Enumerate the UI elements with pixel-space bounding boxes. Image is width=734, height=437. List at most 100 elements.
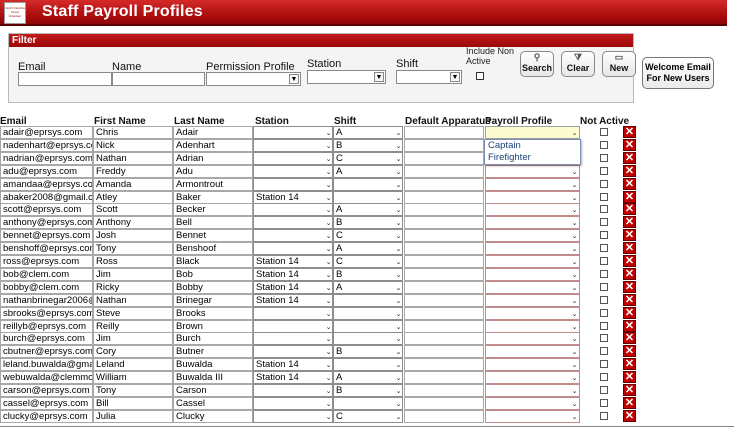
not-active-checkbox[interactable]: [600, 308, 608, 317]
email-cell[interactable]: adair@eprsys.com: [0, 126, 93, 139]
default-apparatus-cell[interactable]: [404, 255, 484, 268]
last-name-cell[interactable]: Cassel: [173, 396, 253, 410]
email-cell[interactable]: scott@eprsys.com: [0, 203, 93, 217]
not-active-checkbox[interactable]: [600, 192, 608, 201]
shift-select[interactable]: A ⌄: [333, 242, 403, 256]
last-name-cell[interactable]: Butner: [173, 345, 253, 359]
shift-select[interactable]: A ⌄: [333, 280, 403, 294]
payroll-option-firefighter[interactable]: Firefighter: [485, 152, 580, 164]
delete-icon[interactable]: ✕: [623, 242, 636, 255]
email-cell[interactable]: amandaa@eprsys.com: [0, 177, 93, 191]
station-select[interactable]: Station 14 ⌄: [253, 267, 333, 281]
station-select[interactable]: ⌄: [253, 164, 333, 178]
not-active-checkbox[interactable]: [600, 128, 608, 136]
first-name-cell[interactable]: Chris: [93, 126, 173, 139]
last-name-cell[interactable]: Clucky: [173, 409, 253, 423]
not-active-checkbox[interactable]: [600, 321, 608, 330]
not-active-checkbox[interactable]: [600, 140, 608, 149]
first-name-cell[interactable]: Leland: [93, 358, 173, 372]
station-select[interactable]: ⌄: [253, 319, 333, 333]
shift-select[interactable]: ⌄: [333, 190, 403, 204]
default-apparatus-cell[interactable]: [404, 345, 484, 359]
email-cell[interactable]: clucky@eprsys.com: [0, 409, 93, 423]
last-name-cell[interactable]: Black: [173, 255, 253, 268]
delete-icon[interactable]: ✕: [623, 306, 636, 319]
not-active-checkbox[interactable]: [600, 360, 608, 369]
delete-icon[interactable]: ✕: [623, 138, 636, 151]
delete-icon[interactable]: ✕: [623, 280, 636, 293]
last-name-cell[interactable]: Baker: [173, 190, 253, 204]
delete-icon[interactable]: ✕: [623, 396, 636, 409]
shift-select[interactable]: B ⌄: [333, 345, 403, 359]
email-cell[interactable]: nathanbrinegar2006@: [0, 293, 93, 307]
not-active-checkbox[interactable]: [600, 231, 608, 240]
station-select[interactable]: Station 14 ⌄: [253, 358, 333, 372]
first-name-cell[interactable]: Reilly: [93, 319, 173, 333]
default-apparatus-cell[interactable]: [404, 190, 484, 204]
email-cell[interactable]: carson@eprsys.com: [0, 384, 93, 397]
email-cell[interactable]: bennet@eprsys.com: [0, 229, 93, 243]
email-cell[interactable]: benshoff@eprsys.com: [0, 242, 93, 256]
email-cell[interactable]: sbrooks@eprsys.com: [0, 306, 93, 320]
not-active-checkbox[interactable]: [600, 257, 608, 265]
first-name-cell[interactable]: Jim: [93, 267, 173, 281]
last-name-cell[interactable]: Bell: [173, 216, 253, 230]
default-apparatus-cell[interactable]: [404, 319, 484, 333]
email-cell[interactable]: reillyb@eprsys.com: [0, 319, 93, 333]
payroll-option-captain[interactable]: Captain: [485, 140, 580, 152]
default-apparatus-cell[interactable]: [404, 306, 484, 320]
first-name-cell[interactable]: Amanda: [93, 177, 173, 191]
shift-select[interactable]: B ⌄: [333, 267, 403, 281]
shift-select[interactable]: ⌄: [333, 293, 403, 307]
default-apparatus-cell[interactable]: [404, 164, 484, 178]
payroll-profile-select[interactable]: ⌄: [485, 409, 580, 423]
clear-button[interactable]: ⧩ Clear: [561, 51, 595, 77]
last-name-cell[interactable]: Brown: [173, 319, 253, 333]
station-select[interactable]: ⌄: [253, 332, 333, 346]
last-name-cell[interactable]: Carson: [173, 384, 253, 397]
first-name-cell[interactable]: Bill: [93, 396, 173, 410]
station-select[interactable]: ⌄: [253, 216, 333, 230]
last-name-cell[interactable]: Adrian: [173, 151, 253, 165]
email-cell[interactable]: webuwalda@clemmo: [0, 371, 93, 385]
first-name-cell[interactable]: Cory: [93, 345, 173, 359]
delete-icon[interactable]: ✕: [623, 151, 636, 164]
shift-select[interactable]: A ⌄: [333, 371, 403, 385]
first-name-cell[interactable]: Tony: [93, 384, 173, 397]
first-name-cell[interactable]: Steve: [93, 306, 173, 320]
welcome-email-button[interactable]: Welcome Email For New Users: [642, 57, 714, 89]
payroll-profile-select[interactable]: ⌄: [485, 306, 580, 320]
delete-icon[interactable]: ✕: [623, 332, 636, 345]
include-non-active-checkbox[interactable]: [476, 72, 484, 80]
payroll-profile-select[interactable]: ⌄: [485, 280, 580, 294]
not-active-checkbox[interactable]: [600, 295, 608, 304]
payroll-profile-select[interactable]: ⌄: [485, 126, 580, 139]
shift-select[interactable]: ⌄: [333, 396, 403, 410]
not-active-checkbox[interactable]: [600, 166, 608, 175]
station-select[interactable]: ⌄: [253, 242, 333, 256]
shift-select[interactable]: ⌄: [333, 177, 403, 191]
default-apparatus-cell[interactable]: [404, 332, 484, 346]
not-active-checkbox[interactable]: [600, 411, 608, 420]
not-active-checkbox[interactable]: [600, 218, 608, 227]
payroll-profile-select[interactable]: ⌄: [485, 396, 580, 410]
default-apparatus-cell[interactable]: [404, 293, 484, 307]
not-active-checkbox[interactable]: [600, 244, 608, 253]
station-select[interactable]: ⌄: [253, 177, 333, 191]
first-name-cell[interactable]: Nathan: [93, 151, 173, 165]
payroll-profile-select[interactable]: ⌄: [485, 164, 580, 178]
payroll-profile-select[interactable]: ⌄: [485, 345, 580, 359]
last-name-cell[interactable]: Adu: [173, 164, 253, 178]
first-name-cell[interactable]: Josh: [93, 229, 173, 243]
delete-icon[interactable]: ✕: [623, 358, 636, 371]
default-apparatus-cell[interactable]: [404, 177, 484, 191]
email-cell[interactable]: bob@clem.com: [0, 267, 93, 281]
first-name-cell[interactable]: William: [93, 371, 173, 385]
last-name-cell[interactable]: Armontrout: [173, 177, 253, 191]
last-name-cell[interactable]: Adair: [173, 126, 253, 139]
delete-icon[interactable]: ✕: [623, 371, 636, 384]
first-name-cell[interactable]: Nick: [93, 138, 173, 152]
first-name-cell[interactable]: Jim: [93, 332, 173, 346]
shift-select[interactable]: B ⌄: [333, 384, 403, 397]
shift-select[interactable]: C ⌄: [333, 255, 403, 268]
